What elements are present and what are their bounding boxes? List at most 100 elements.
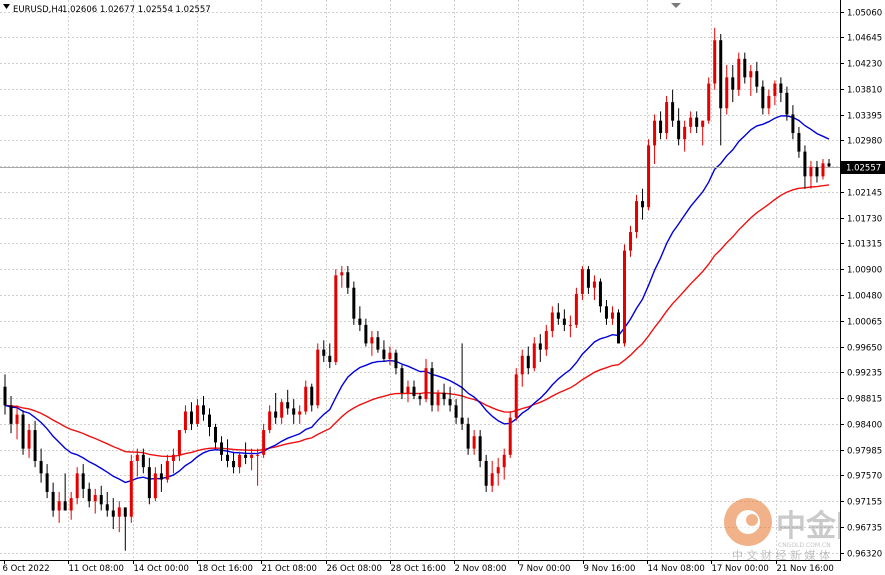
candle-body [358,318,362,325]
candle-body [737,58,741,90]
y-tick-label: 1.03395 [847,112,882,122]
candle-body [3,386,7,406]
candle-body [502,454,506,468]
candle [316,343,320,409]
candle-body [827,163,831,167]
candle-body [322,349,326,356]
y-tick-label: 1.02145 [847,189,882,199]
candle-body [677,120,681,140]
y-tick-label: 0.97985 [847,447,882,457]
candle-body [598,281,602,307]
candle-body [298,411,302,415]
candle-body [785,92,789,115]
candle-body [641,201,645,208]
current-price-tag: 1.02557 [841,161,885,174]
candle-body [334,275,338,362]
candle [508,411,512,458]
x-tick-label: 11 Oct 08:00 [69,564,124,574]
y-tick-label: 0.97570 [847,472,882,482]
candle-body [400,368,404,393]
candle-body [268,411,272,431]
candle [616,309,620,344]
logo-dot-icon [746,514,758,526]
candle [129,454,133,523]
symbol-timeframe: EURUSD,H4 [13,5,63,15]
candle [623,244,626,347]
y-tick-label: 1.04645 [847,34,882,44]
candle-body [99,495,103,505]
candle-body [135,454,139,461]
candle-body [791,114,795,134]
candle-body [141,454,145,468]
candle-body [490,473,494,486]
y-tick-label: 1.03810 [847,86,882,96]
candle-body [472,436,476,449]
candle-body [454,405,458,418]
candle-body [538,343,542,350]
candle-body [274,411,278,418]
candle-body [647,145,651,208]
candle-body [147,467,151,499]
y-tick-label: 1.00900 [847,266,882,276]
y-tick-label: 1.00065 [847,318,882,328]
x-tick-label: 17 Nov 00:00 [712,564,769,574]
candle-body [220,442,224,455]
candle-body [623,250,626,344]
y-tick-label: 0.98400 [847,421,882,431]
candle-body [352,287,356,319]
candle-body [340,272,344,276]
candle-body [232,460,236,468]
candle-body [755,71,759,87]
candle-body [238,454,242,468]
candle-body [773,83,777,96]
x-tick-label: 7 Nov 00:00 [519,564,571,574]
candle-body [659,120,663,134]
y-tick-label: 1.01315 [847,240,882,250]
candle-body [532,343,536,369]
candle-body [695,117,699,127]
candle-body [592,281,596,288]
x-tick-label: 9 Nov 16:00 [584,564,636,574]
candle-body [27,430,31,449]
candle-body [159,473,163,480]
candle-body [129,460,133,517]
x-tick-label: 6 Oct 2022 [3,564,50,574]
candle-body [195,405,199,424]
candle-body [81,473,85,489]
y-tick-label: 1.05060 [847,9,882,19]
candle-body [496,467,500,474]
candle-body [244,454,248,458]
candle-body [719,40,723,109]
y-tick-label: 0.97155 [847,498,882,508]
y-tick-label: 0.96735 [847,524,882,534]
candle-body [797,133,801,152]
candle-body [292,408,296,415]
candle-body [9,405,13,424]
candle [707,77,711,124]
candle-body [370,337,374,344]
candle-body [809,167,813,177]
x-tick-label: 21 Oct 08:00 [262,564,317,574]
current-price-label: 1.02557 [846,164,881,174]
candle-body [33,430,37,461]
candle-body [466,423,470,449]
candle-body [57,501,61,511]
candle-body [256,454,260,456]
candle-body [75,473,79,499]
candle-body [15,414,19,424]
candle-body [815,167,819,177]
candle-body [436,392,440,406]
candle-body [629,232,633,251]
candle [665,95,669,140]
y-tick-label: 1.04230 [847,60,882,70]
candle-body [430,368,434,406]
candle-body [616,312,620,344]
candle-body [183,411,187,431]
x-tick-label: 28 Oct 16:00 [391,564,446,574]
candle-body [412,386,416,397]
candle-body [610,312,614,319]
candle-body [45,473,49,492]
x-tick-label: 14 Nov 08:00 [648,564,705,574]
candle-body [604,306,608,319]
candle-body [689,117,693,127]
